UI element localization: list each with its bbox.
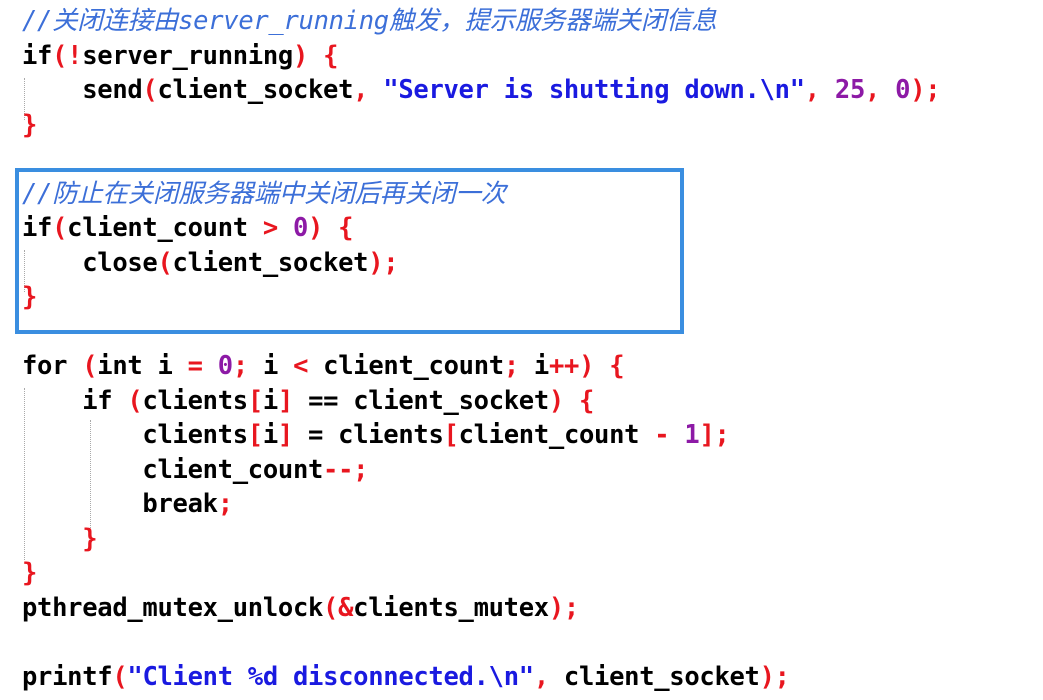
code-editor: //关闭连接由server_running触发，提示服务器端关闭信息 if(!s…: [0, 0, 1043, 700]
code-identifier: client_socket: [157, 75, 354, 105]
code-operator: ): [292, 41, 309, 71]
code-line-14: client_count--;: [22, 453, 368, 487]
code-keyword: int: [97, 351, 143, 381]
code-identifier: == client_socket: [293, 386, 549, 416]
code-operator: ,: [865, 75, 881, 105]
code-number: 0: [895, 75, 911, 105]
code-line-13: clients[i] = clients[client_count - 1];: [22, 418, 730, 452]
code-comment: //关闭连接由server_running触发，提示服务器端关闭信息: [22, 6, 717, 36]
code-operator: (&: [323, 593, 354, 623]
code-keyword: for: [22, 351, 68, 381]
code-operator: );: [910, 75, 941, 105]
code-keyword: break: [22, 489, 218, 519]
code-line-2: if(!server_running) {: [22, 39, 338, 73]
code-operator: ;: [217, 489, 233, 519]
code-string: "Server is shutting down.\n": [383, 75, 805, 105]
code-operator: );: [548, 593, 579, 623]
code-number: 1: [684, 420, 700, 450]
code-keyword: if: [22, 41, 53, 71]
code-operator: [: [443, 420, 459, 450]
code-operator: -: [654, 420, 670, 450]
code-operator: ++): [548, 351, 595, 381]
code-operator: (: [127, 386, 143, 416]
code-identifier: [880, 75, 895, 105]
code-identifier: [203, 351, 218, 381]
code-line-11: for (int i = 0; i < client_count; i++) {: [22, 349, 625, 383]
code-identifier: client_socket: [548, 662, 760, 692]
code-identifier: client_count: [22, 455, 324, 485]
code-identifier: clients: [142, 386, 248, 416]
code-identifier: server_running: [82, 41, 293, 71]
code-operator: (: [82, 351, 98, 381]
code-operator: --;: [323, 455, 369, 485]
code-operator: ]: [277, 386, 294, 416]
code-identifier: i: [262, 386, 278, 416]
code-identifier: i: [142, 351, 188, 381]
code-identifier: printf: [22, 662, 113, 692]
code-operator: ,: [353, 75, 369, 105]
highlight-box: [15, 168, 684, 334]
code-operator: ,: [804, 75, 820, 105]
code-identifier: send: [22, 75, 143, 105]
code-identifier: [594, 351, 609, 381]
code-identifier: clients_mutex: [353, 593, 549, 623]
code-line-12: if (clients[i] == client_socket) {: [22, 384, 594, 418]
code-operator: <: [293, 351, 309, 381]
code-line-4: }: [22, 108, 37, 142]
code-identifier: i: [247, 351, 294, 381]
code-operator: (: [142, 75, 158, 105]
code-operator: ];: [699, 420, 730, 450]
code-identifier: i: [518, 351, 549, 381]
code-identifier: pthread_mutex_unlock: [22, 593, 324, 623]
code-operator: }: [22, 524, 98, 554]
code-line-15: break;: [22, 487, 233, 521]
code-operator: ]: [277, 420, 293, 450]
code-line-20: printf("Client %d disconnected.\n", clie…: [22, 660, 790, 694]
code-operator: );: [759, 662, 790, 692]
code-operator: [: [247, 386, 263, 416]
code-operator: ): [548, 386, 564, 416]
code-identifier: = clients: [292, 420, 444, 450]
code-operator: ;: [503, 351, 519, 381]
code-operator: }: [22, 558, 38, 588]
code-line-17: }: [22, 556, 37, 590]
code-operator: {: [609, 351, 625, 381]
code-identifier: client_count: [458, 420, 655, 450]
code-string: "Client %d disconnected.\n": [127, 662, 534, 692]
code-keyword: if: [22, 386, 113, 416]
code-line-3: send(client_socket, "Server is shutting …: [22, 73, 940, 107]
code-identifier: [564, 386, 579, 416]
code-identifier: i: [262, 420, 278, 450]
code-operator: =: [187, 351, 203, 381]
code-operator: ;: [232, 351, 248, 381]
code-number: 0: [217, 351, 233, 381]
code-number: 25: [834, 75, 865, 105]
code-line-18: pthread_mutex_unlock(&clients_mutex);: [22, 591, 579, 625]
code-identifier: [820, 75, 835, 105]
code-operator: (!: [52, 41, 83, 71]
code-operator: [: [247, 420, 263, 450]
code-operator: {: [323, 41, 339, 71]
code-identifier: [112, 386, 127, 416]
code-line-16: }: [22, 522, 97, 556]
code-operator: ,: [533, 662, 549, 692]
code-operator: (: [112, 662, 128, 692]
code-identifier: [368, 75, 383, 105]
code-operator: {: [579, 386, 595, 416]
code-identifier: client_count: [308, 351, 504, 381]
code-operator: }: [22, 110, 38, 140]
code-line-1: //关闭连接由server_running触发，提示服务器端关闭信息: [22, 4, 717, 38]
code-identifier: [669, 420, 684, 450]
code-identifier: [308, 41, 323, 71]
code-identifier: clients: [22, 420, 248, 450]
code-identifier: [67, 351, 82, 381]
